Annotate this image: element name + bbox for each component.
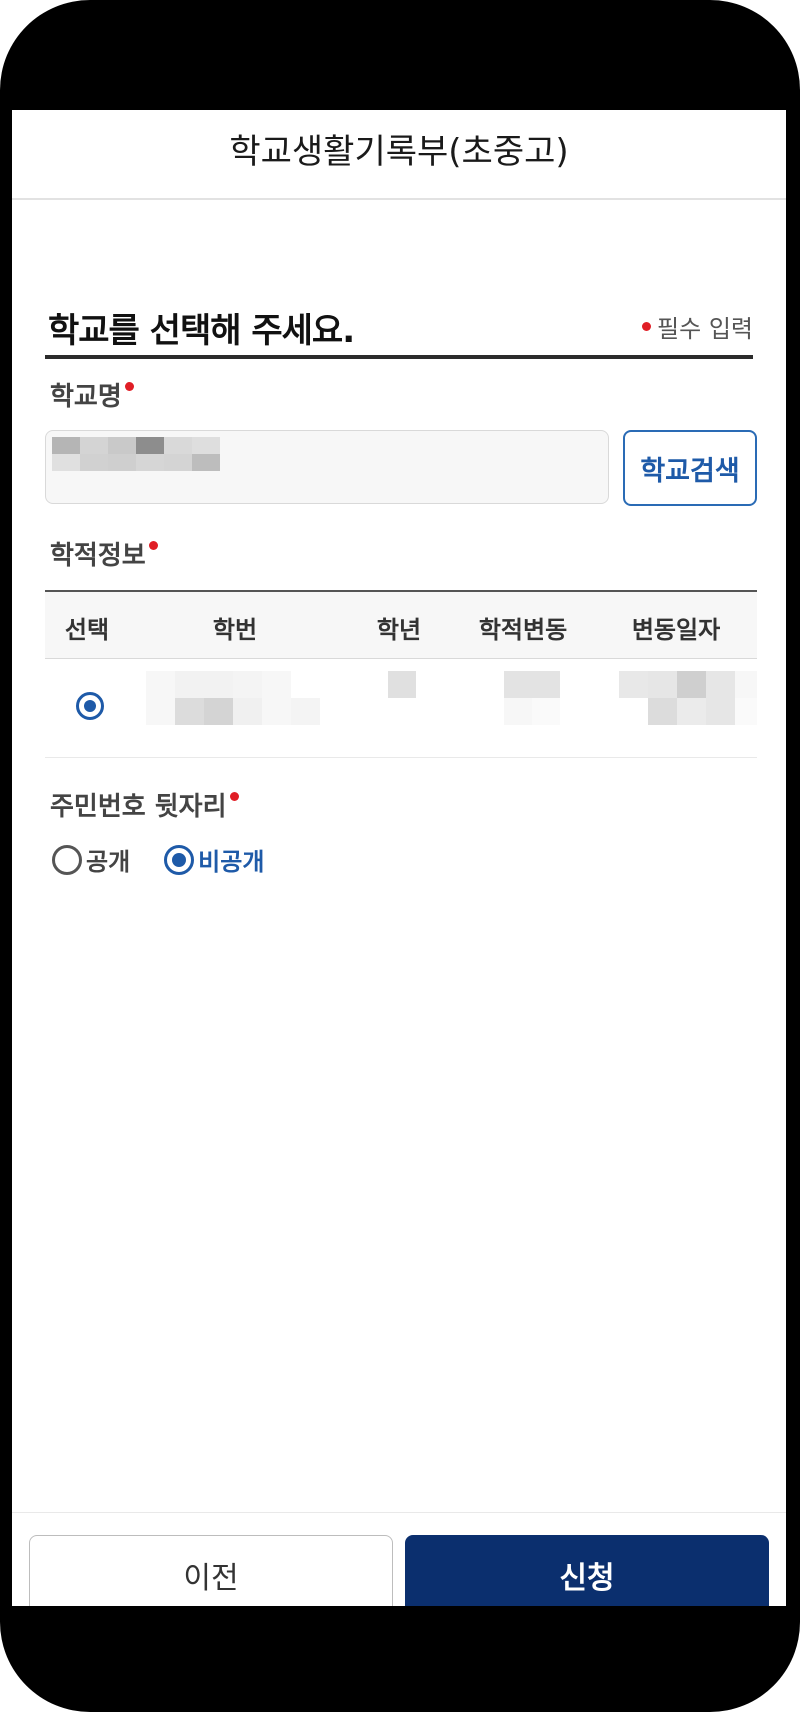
resident-number-visibility: 공개 비공개 (52, 842, 298, 877)
school-name-label-text: 학교명 (50, 382, 122, 412)
phone-frame: 학교생활기록부(초중고) 학교를 선택해 주세요. 필수 입력 학교명 학교검색… (0, 0, 800, 1712)
required-note: 필수 입력 (642, 309, 753, 344)
radio-private[interactable]: 비공개 (164, 842, 264, 877)
section-title: 학교를 선택해 주세요. (48, 311, 355, 351)
radio-checked-icon (164, 844, 195, 875)
radio-public[interactable]: 공개 (52, 842, 130, 877)
row-select-radio[interactable] (76, 692, 104, 720)
column-header-change-date: 변동일자 (631, 616, 721, 644)
enrollment-info-label: 학적정보 (50, 535, 158, 572)
column-header-select: 선택 (64, 616, 110, 644)
app-header: 학교생활기록부(초중고) (12, 110, 786, 200)
school-name-label: 학교명 (50, 376, 134, 413)
enrollment-table: 선택 학번 학년 학적변동 변동일자 (45, 590, 757, 758)
table-row[interactable] (45, 659, 757, 758)
column-header-status-change: 학적변동 (478, 616, 568, 644)
app-screen: 학교생활기록부(초중고) 학교를 선택해 주세요. 필수 입력 학교명 학교검색… (12, 110, 786, 1606)
required-note-text: 필수 입력 (657, 315, 753, 343)
resident-number-label: 주민번호 뒷자리 (50, 786, 239, 823)
prev-button[interactable]: 이전 (29, 1535, 393, 1606)
required-dot-icon (642, 322, 652, 331)
radio-public-label: 공개 (86, 848, 131, 876)
column-header-grade: 학년 (376, 616, 422, 644)
required-dot-icon (148, 541, 158, 550)
required-dot-icon (229, 792, 239, 801)
school-name-input[interactable] (45, 430, 609, 504)
radio-unchecked-icon (52, 844, 82, 875)
radio-private-label: 비공개 (198, 848, 265, 876)
column-header-student-id: 학번 (212, 616, 258, 644)
required-dot-icon (124, 382, 134, 391)
footer-bar: 이전 신청 (12, 1512, 786, 1606)
page-title: 학교생활기록부(초중고) (229, 131, 569, 172)
apply-button[interactable]: 신청 (405, 1535, 769, 1606)
enrollment-info-label-text: 학적정보 (50, 541, 146, 571)
school-search-button[interactable]: 학교검색 (623, 430, 757, 506)
table-header: 선택 학번 학년 학적변동 변동일자 (45, 590, 757, 659)
resident-number-label-text: 주민번호 뒷자리 (50, 792, 227, 822)
section-header: 학교를 선택해 주세요. 필수 입력 (45, 275, 753, 359)
